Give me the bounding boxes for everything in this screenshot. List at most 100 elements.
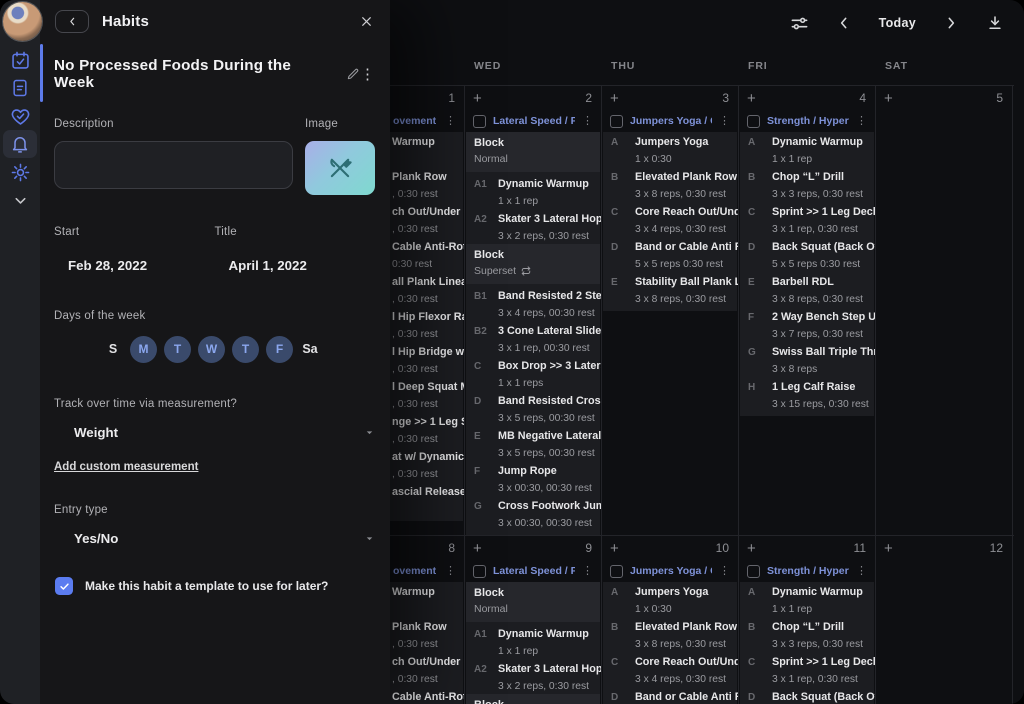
workout-checkbox[interactable] [747,115,760,128]
exercise-row[interactable]: A2Skater 3 Lateral Hops >> ...3 x 2 reps… [466,659,600,694]
habit-menu-icon[interactable]: ⋮ [360,65,375,83]
exercise-row[interactable]: CBox Drop >> 3 Lateral H...1 x 1 reps [466,356,600,391]
panel-scrollbar[interactable] [40,44,43,102]
day-toggle-4-t[interactable]: T [232,336,259,363]
exercise-row[interactable]: DBack Squat (Back Off Set) [740,687,874,704]
next-week-button[interactable] [943,15,959,31]
user-avatar[interactable] [3,2,42,41]
exercise-row[interactable]: BElevated Plank Row3 x 8 reps, 0:30 rest [603,617,737,652]
exercise-row[interactable]: CSprint >> 1 Leg Declarations3 x 1 rep, … [740,652,874,687]
exercise-row[interactable]: DBand Resisted Crossover...3 x 5 reps, 0… [466,391,600,426]
exercise-row[interactable]: B23 Cone Lateral Slide3 x 1 rep, 00:30 r… [466,321,600,356]
card-menu-icon[interactable]: ⋮ [582,566,593,577]
exercise-row[interactable]: EStability Ball Plank Linear ...3 x 8 re… [603,272,737,307]
day-toggle-2-t[interactable]: T [164,336,191,363]
exercise-detail: 3 x 15 reps, 0:30 rest [772,398,869,411]
exercise-row[interactable]: AJumpers Yoga1 x 0:30 [603,132,737,167]
measurement-select[interactable]: Weight [74,425,375,440]
today-button[interactable]: Today [879,16,916,30]
exercise-row[interactable]: ADynamic Warmup1 x 1 rep [740,582,874,617]
habit-image-tile[interactable] [305,141,375,195]
card-menu-icon[interactable]: ⋮ [719,566,730,577]
exercise-row[interactable]: GSwiss Ball Triple Threat3 x 8 reps [740,342,874,377]
card-menu-icon[interactable]: ⋮ [445,566,456,577]
sidebar-item-settings[interactable] [3,158,37,186]
exercise-row[interactable]: CCore Reach Out/Under3 x 4 reps, 0:30 re… [603,202,737,237]
day-header-thu: THU [602,60,739,72]
sidebar-item-calendar[interactable] [3,46,37,74]
add-workout-button[interactable]: + [884,91,893,106]
sidebar-item-health[interactable] [3,102,37,130]
sidebar-item-documents[interactable] [3,74,37,102]
exercise-row[interactable]: ADynamic Warmup1 x 1 rep [740,132,874,167]
workout-title[interactable]: Lateral Speed / Plyo [493,565,575,577]
day-toggle-0-s[interactable]: S [103,342,123,356]
template-checkbox[interactable] [55,577,73,595]
exercise-row[interactable]: BChop “L” Drill3 x 3 reps, 0:30 rest [740,617,874,652]
exercise-row[interactable]: BElevated Plank Row3 x 8 reps, 0:30 rest [603,167,737,202]
sidebar-more-button[interactable] [3,186,37,214]
back-button[interactable] [55,10,89,33]
entry-type-select[interactable]: Yes/No [74,531,375,546]
workout-title[interactable]: ovement Q... [393,115,438,127]
workout-checkbox[interactable] [473,565,486,578]
card-menu-icon[interactable]: ⋮ [719,116,730,127]
exercise-row[interactable]: F2 Way Bench Step Up3 x 7 reps, 0:30 res… [740,307,874,342]
exercise-row[interactable]: GCross Footwork Jump Rope3 x 00:30, 00:3… [466,496,600,531]
exercise-row[interactable]: BChop “L” Drill3 x 3 reps, 0:30 rest [740,167,874,202]
exercise-row[interactable]: CSprint >> 1 Leg Declarations3 x 1 rep, … [740,202,874,237]
add-workout-button[interactable]: + [473,91,482,106]
pencil-icon[interactable] [346,67,360,81]
workout-title[interactable]: Strength / Hypertro... [767,115,849,127]
description-input[interactable] [54,141,293,189]
exercise-row[interactable]: A2Skater 3 Lateral Hops >> ...3 x 2 reps… [466,209,600,244]
add-workout-button[interactable]: + [747,91,756,106]
card-menu-icon[interactable]: ⋮ [445,116,456,127]
card-menu-icon[interactable]: ⋮ [856,566,867,577]
exercise-row[interactable]: EBarbell RDL3 x 8 reps, 0:30 rest [740,272,874,307]
start-date-value[interactable]: Feb 28, 2022 [54,258,215,273]
exercise-row[interactable]: EMB Negative Lateral Hop...3 x 5 reps, 0… [466,426,600,461]
workout-title[interactable]: Lateral Speed / Plyo [493,115,575,127]
workout-title[interactable]: Strength / Hypertro... [767,565,849,577]
exercise-detail: 1 x 1 rep [772,603,868,616]
card-menu-icon[interactable]: ⋮ [856,116,867,127]
workout-checkbox[interactable] [473,115,486,128]
exercise-row[interactable]: DBack Squat (Back Off Set)5 x 5 reps 0:3… [740,237,874,272]
exercise-row[interactable]: B1Band Resisted 2 Step Late...3 x 4 reps… [466,286,600,321]
workout-checkbox[interactable] [747,565,760,578]
exercise-row[interactable]: A1Dynamic Warmup1 x 1 rep [466,174,600,209]
exercise-letter: C [748,206,769,236]
exercise-row[interactable]: FJump Rope3 x 00:30, 00:30 rest [466,461,600,496]
workout-title[interactable]: ovement Q... [393,565,438,577]
exercise-row[interactable]: A1Dynamic Warmup1 x 1 rep [466,624,600,659]
end-date-value[interactable]: April 1, 2022 [215,258,376,273]
close-icon[interactable] [360,15,373,28]
download-icon[interactable] [986,14,1004,32]
day-toggle-6-sa[interactable]: Sa [300,342,320,356]
workout-title[interactable]: Jumpers Yoga / Core [630,565,712,577]
sidebar-item-habits[interactable] [3,130,37,158]
add-workout-button[interactable]: + [610,541,619,556]
day-toggle-5-f[interactable]: F [266,336,293,363]
prev-week-button[interactable] [836,15,852,31]
filter-sliders-icon[interactable] [790,14,809,33]
exercise-row[interactable]: AJumpers Yoga1 x 0:30 [603,582,737,617]
exercise-detail: 3 x 5 reps, 00:30 rest [498,412,602,425]
day-toggle-3-w[interactable]: W [198,336,225,363]
card-menu-icon[interactable]: ⋮ [582,116,593,127]
exercise-name: Barbell RDL [772,276,868,289]
add-custom-measurement-link[interactable]: Add custom measurement [54,461,198,473]
exercise-row[interactable]: DBand or Cable Anti Rotati... [603,687,737,704]
exercise-row[interactable]: CCore Reach Out/Under3 x 4 reps, 0:30 re… [603,652,737,687]
workout-checkbox[interactable] [610,565,623,578]
add-workout-button[interactable]: + [610,91,619,106]
add-workout-button[interactable]: + [473,541,482,556]
exercise-row[interactable]: H1 Leg Calf Raise3 x 15 reps, 0:30 rest [740,377,874,412]
add-workout-button[interactable]: + [747,541,756,556]
workout-title[interactable]: Jumpers Yoga / Core [630,115,712,127]
workout-checkbox[interactable] [610,115,623,128]
exercise-row[interactable]: DBand or Cable Anti Rotati...5 x 5 reps … [603,237,737,272]
add-workout-button[interactable]: + [884,541,893,556]
day-toggle-1-m[interactable]: M [130,336,157,363]
